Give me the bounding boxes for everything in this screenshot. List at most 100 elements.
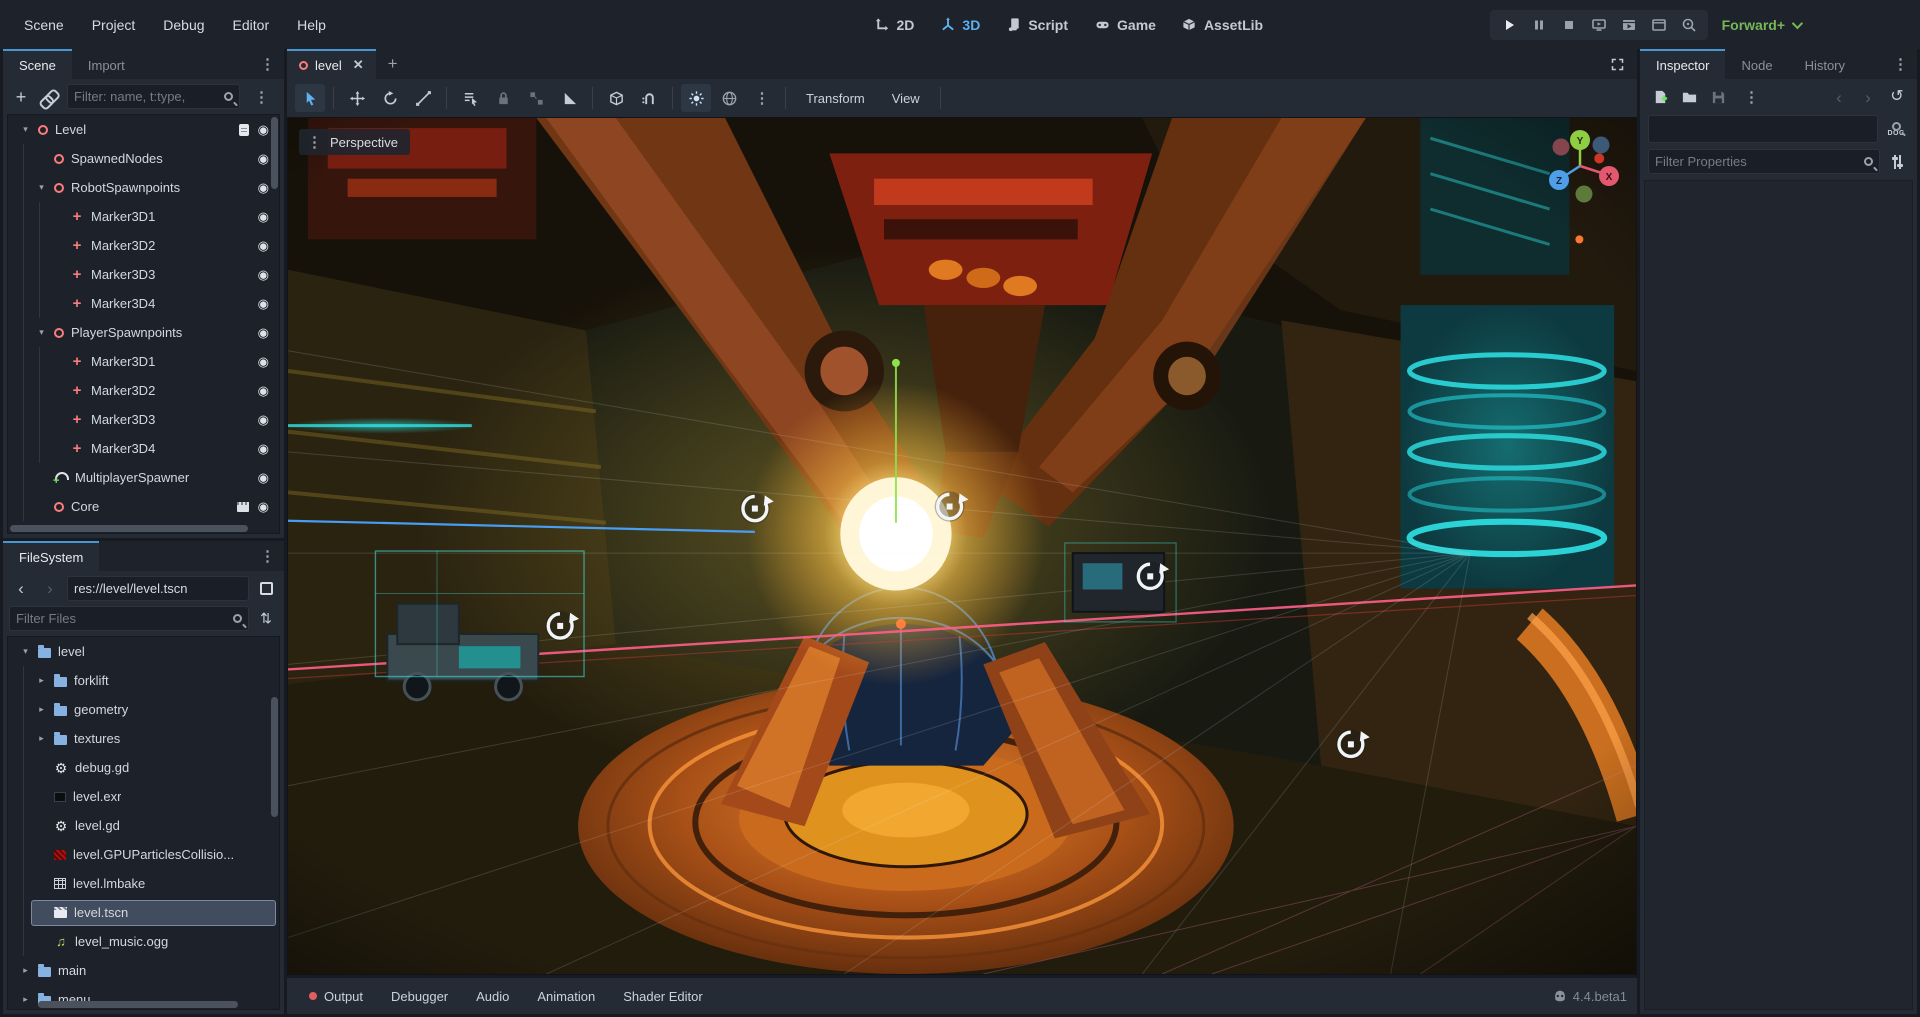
file-sort-button[interactable]: ⇅ bbox=[254, 607, 278, 631]
filesystem-vertical-scrollbar[interactable] bbox=[271, 697, 278, 817]
play-custom-scene-button[interactable] bbox=[1646, 13, 1672, 37]
tab-inspector[interactable]: Inspector bbox=[1640, 49, 1725, 79]
add-node-button[interactable]: + bbox=[9, 85, 33, 109]
axis-negative-x-ball[interactable] bbox=[1553, 139, 1570, 156]
snap-mode-button[interactable] bbox=[601, 84, 631, 112]
remote-debug-button[interactable] bbox=[1586, 13, 1612, 37]
expander-icon[interactable]: ▾ bbox=[20, 646, 31, 657]
lock-selected-button[interactable] bbox=[488, 84, 518, 112]
tree-row[interactable]: Marker3D3 ◉ bbox=[8, 405, 279, 434]
tree-row[interactable]: level.tscn bbox=[8, 898, 279, 927]
tree-row[interactable]: debug.gd bbox=[8, 753, 279, 782]
visibility-icon[interactable]: ◉ bbox=[258, 210, 269, 223]
tab-filesystem[interactable]: FileSystem bbox=[3, 541, 99, 571]
expander-icon[interactable]: ▸ bbox=[36, 675, 47, 686]
expander-icon[interactable]: ▸ bbox=[20, 965, 31, 976]
property-tools-button[interactable] bbox=[1885, 150, 1909, 174]
expander-icon[interactable]: ▸ bbox=[36, 733, 47, 744]
inspector-history-button[interactable]: ↺ bbox=[1885, 85, 1909, 109]
inspector-forward-button[interactable]: › bbox=[1856, 85, 1880, 109]
play-button[interactable] bbox=[1496, 13, 1522, 37]
viewport-3d-scene[interactable] bbox=[288, 118, 1636, 974]
transform-menu-button[interactable]: Transform bbox=[794, 84, 877, 112]
menu-debug[interactable]: Debug bbox=[153, 12, 214, 38]
rotate-mode-button[interactable] bbox=[375, 84, 405, 112]
tree-row[interactable]: level.lmbake bbox=[8, 869, 279, 898]
visibility-icon[interactable]: ◉ bbox=[258, 268, 269, 281]
preview-options-button[interactable]: ⋮ bbox=[747, 84, 777, 112]
scale-mode-button[interactable] bbox=[408, 84, 438, 112]
view-axis-gizmo[interactable]: Y X Z bbox=[1546, 128, 1622, 204]
tree-row[interactable]: Marker3D2 ◉ bbox=[8, 231, 279, 260]
filesystem-horizontal-scrollbar[interactable] bbox=[38, 1001, 238, 1008]
tree-row[interactable]: level.gd bbox=[8, 811, 279, 840]
close-tab-icon[interactable]: ✕ bbox=[353, 57, 364, 73]
file-filter-input[interactable] bbox=[16, 611, 229, 626]
resource-path-input[interactable] bbox=[74, 581, 242, 596]
instantiate-scene-button[interactable] bbox=[38, 85, 62, 109]
instance-icon[interactable] bbox=[237, 502, 249, 512]
tree-row[interactable]: ▸ geometry bbox=[8, 695, 279, 724]
panel-tab-animation[interactable]: Animation bbox=[525, 983, 607, 1009]
stop-button[interactable] bbox=[1556, 13, 1582, 37]
panel-tab-audio[interactable]: Audio bbox=[464, 983, 521, 1009]
new-scene-tab-button[interactable]: + bbox=[376, 49, 410, 79]
save-resource-button[interactable] bbox=[1706, 85, 1730, 109]
scene-tree-horizontal-scrollbar[interactable] bbox=[10, 525, 248, 532]
movie-maker-button[interactable] bbox=[1676, 13, 1702, 37]
edited-object-field[interactable] bbox=[1648, 115, 1878, 143]
panel-tab-shader-editor[interactable]: Shader Editor bbox=[611, 983, 715, 1009]
tab-import[interactable]: Import bbox=[72, 49, 141, 79]
visibility-icon[interactable]: ◉ bbox=[258, 442, 269, 455]
tab-scene[interactable]: Scene bbox=[3, 49, 72, 79]
expander-icon[interactable]: ▸ bbox=[36, 704, 47, 715]
menu-help[interactable]: Help bbox=[287, 12, 336, 38]
expand-viewport-button[interactable] bbox=[1601, 49, 1637, 79]
preview-environment-button[interactable] bbox=[714, 84, 744, 112]
selection-list-button[interactable] bbox=[455, 84, 485, 112]
tree-row[interactable]: ▸ forklift bbox=[8, 666, 279, 695]
visibility-icon[interactable]: ◉ bbox=[258, 355, 269, 368]
tree-row[interactable]: ▸ main bbox=[8, 956, 279, 985]
viewport-3d[interactable]: ⋮ Perspective Y X Z bbox=[287, 117, 1637, 975]
tree-row[interactable]: ▾ Level ◉ bbox=[8, 115, 279, 144]
axis-negative-z-ball[interactable] bbox=[1593, 137, 1610, 154]
panel-tab-output[interactable]: Output bbox=[297, 983, 375, 1009]
visibility-icon[interactable]: ◉ bbox=[258, 239, 269, 252]
workspace-tab-2d[interactable]: 2D bbox=[875, 17, 915, 33]
tree-row[interactable]: ▾ level bbox=[8, 637, 279, 666]
visibility-icon[interactable]: ◉ bbox=[258, 326, 269, 339]
play-scene-button[interactable] bbox=[1616, 13, 1642, 37]
tab-node[interactable]: Node bbox=[1725, 49, 1788, 79]
tree-row[interactable]: Marker3D4 ◉ bbox=[8, 434, 279, 463]
workspace-tab-assetlib[interactable]: AssetLib bbox=[1182, 17, 1263, 33]
tree-row[interactable]: ▾ RobotSpawnpoints ◉ bbox=[8, 173, 279, 202]
tree-row[interactable]: ▸ textures bbox=[8, 724, 279, 753]
nav-back-button[interactable]: ‹ bbox=[9, 577, 33, 601]
expander-icon[interactable]: ▾ bbox=[36, 327, 47, 338]
filesystem-dock-menu-button[interactable]: ⋮ bbox=[251, 541, 284, 571]
expander-icon[interactable]: ▾ bbox=[20, 124, 31, 135]
tree-row[interactable]: level_music.ogg bbox=[8, 927, 279, 956]
move-mode-button[interactable] bbox=[342, 84, 372, 112]
view-menu-button[interactable]: View bbox=[880, 84, 932, 112]
load-resource-button[interactable] bbox=[1677, 85, 1701, 109]
panel-tab-debugger[interactable]: Debugger bbox=[379, 983, 460, 1009]
workspace-tab-script[interactable]: Script bbox=[1006, 17, 1068, 33]
tree-row[interactable]: MultiplayerSpawner ◉ bbox=[8, 463, 279, 492]
visibility-icon[interactable]: ◉ bbox=[258, 123, 269, 136]
toggle-split-mode-button[interactable] bbox=[254, 577, 278, 601]
visibility-icon[interactable]: ◉ bbox=[258, 297, 269, 310]
scene-tree-options-button[interactable]: ⋮ bbox=[245, 88, 278, 106]
scene-tree-vertical-scrollbar[interactable] bbox=[271, 117, 278, 189]
tree-row[interactable]: Marker3D1 ◉ bbox=[8, 347, 279, 376]
tree-row[interactable]: SpawnedNodes ◉ bbox=[8, 144, 279, 173]
workspace-tab-3d[interactable]: 3D bbox=[940, 17, 980, 33]
property-filter-input[interactable] bbox=[1655, 154, 1860, 169]
inspector-dock-menu-button[interactable]: ⋮ bbox=[1884, 49, 1917, 79]
tree-row[interactable]: Core ◉ bbox=[8, 492, 279, 521]
tree-row[interactable]: ▾ PlayerSpawnpoints ◉ bbox=[8, 318, 279, 347]
nav-forward-button[interactable]: › bbox=[38, 577, 62, 601]
ruler-mode-button[interactable] bbox=[554, 84, 584, 112]
visibility-icon[interactable]: ◉ bbox=[258, 500, 269, 513]
